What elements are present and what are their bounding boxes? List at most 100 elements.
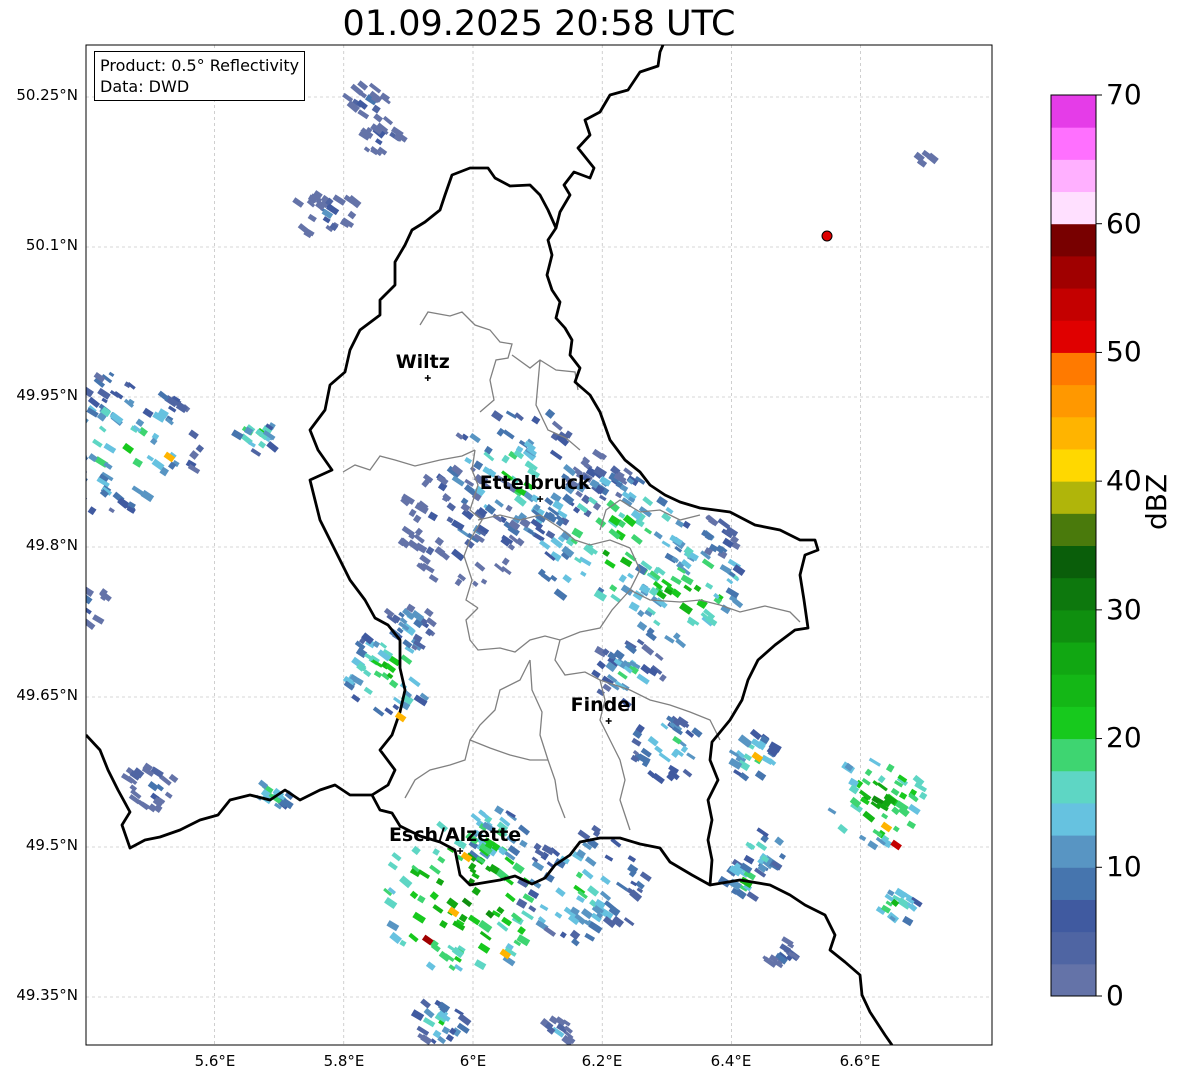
- echo-pixel: [432, 904, 444, 914]
- colorbar-segment: [1051, 738, 1096, 772]
- colorbar-segment: [1051, 835, 1096, 868]
- echo-pixel: [59, 582, 69, 591]
- colorbar-segment: [1051, 127, 1096, 160]
- echo-pixel: [693, 584, 702, 593]
- echo-pixel: [580, 908, 593, 920]
- lon-label: 6.2°E: [581, 1052, 623, 1070]
- echo-pixel: [448, 964, 456, 971]
- echo-pixel: [898, 791, 908, 800]
- echo-pixel: [373, 113, 384, 123]
- echo-pixel: [539, 539, 551, 550]
- echo-pixel: [65, 586, 72, 592]
- echo-pixel: [726, 577, 734, 585]
- echo-pixel: [502, 429, 515, 440]
- echo-pixel: [41, 443, 52, 453]
- echo-pixel: [553, 588, 568, 601]
- echo-pixel: [600, 875, 611, 886]
- echo-pixel: [861, 777, 871, 786]
- colorbar-tick: 30: [1106, 593, 1142, 626]
- echo-pixel: [892, 825, 900, 833]
- echo-pixel: [480, 578, 488, 585]
- lat-label: 50.25°N: [16, 86, 78, 104]
- echo-pixel: [451, 548, 465, 562]
- echo-pixel: [423, 1007, 435, 1019]
- echo-pixel: [43, 600, 56, 611]
- echo-pixel: [61, 436, 71, 444]
- echo-pixel: [412, 911, 426, 924]
- colorbar-segment: [1051, 706, 1096, 740]
- echo-pixel: [907, 803, 921, 816]
- echo-pixel: [521, 910, 534, 921]
- echo-pixel: [881, 812, 889, 820]
- lat-label: 49.35°N: [16, 986, 78, 1004]
- echo-pixel: [654, 745, 663, 754]
- echo-pixel: [543, 926, 557, 937]
- echo-pixel: [445, 1034, 455, 1043]
- echo-pixel: [423, 607, 434, 618]
- colorbar-tick: 40: [1106, 464, 1142, 497]
- echo-pixel: [86, 454, 89, 461]
- echo-pixel: [399, 875, 413, 889]
- echo-pixel: [885, 763, 895, 773]
- echo-pixel: [743, 854, 755, 865]
- echo-core: [447, 906, 460, 918]
- echo-pixel: [266, 440, 279, 453]
- echo-pixel: [618, 574, 627, 583]
- echo-pixel: [69, 599, 80, 609]
- echo-pixel: [683, 584, 693, 593]
- echo-pixel: [408, 676, 421, 688]
- colorbar-segment: [1051, 931, 1096, 965]
- city-cross-icon: [605, 718, 612, 724]
- colorbar-segment: [1051, 223, 1096, 257]
- echo-pixel: [382, 115, 394, 126]
- echo-pixel: [389, 931, 402, 944]
- echo-pixel: [682, 768, 693, 778]
- echo-pixel: [49, 591, 58, 600]
- echo-pixel: [623, 917, 635, 927]
- echo-pixel: [400, 654, 413, 665]
- echo-pixel: [384, 896, 398, 910]
- echo-pixel: [375, 138, 383, 146]
- echo-pixel: [581, 868, 594, 880]
- echo-pixel: [65, 599, 74, 608]
- echo-pixel: [167, 405, 177, 413]
- echo-pixel: [363, 686, 373, 696]
- echo-pixel: [754, 770, 767, 781]
- echo-pixel: [67, 582, 74, 589]
- product-label: Product: 0.5° Reflectivity: [100, 56, 300, 75]
- echo-pixel: [670, 575, 682, 586]
- echo-pixel: [387, 861, 398, 871]
- echo-pixel: [837, 823, 848, 834]
- lon-label: 5.8°E: [323, 1052, 365, 1070]
- echo-pixel: [618, 511, 626, 519]
- echo-pixel: [46, 605, 59, 616]
- city-findel: Findel: [571, 694, 637, 724]
- echo-pixel: [122, 442, 135, 454]
- echo-pixel: [292, 197, 305, 208]
- echo-pixel: [357, 109, 370, 120]
- echo-pixel: [517, 926, 526, 935]
- echo-pixel: [55, 619, 65, 628]
- echo-pixel: [250, 448, 262, 457]
- echo-pixel: [494, 805, 504, 815]
- echo-pixel: [57, 618, 67, 627]
- city-label: Wiltz: [396, 351, 450, 373]
- echo-pixel: [372, 706, 385, 717]
- radar-site-marker: [821, 230, 833, 242]
- echo-pixel: [72, 592, 82, 600]
- echo-pixel: [147, 803, 158, 813]
- echo-pixel: [474, 959, 487, 971]
- echo-pixel: [575, 871, 584, 879]
- echo-pixel: [432, 848, 440, 856]
- echo-pixel: [416, 1025, 430, 1036]
- echo-pixel: [86, 412, 89, 426]
- echo-pixel: [551, 420, 563, 431]
- city-cross-icon: [457, 848, 464, 854]
- echo-pixel: [384, 707, 394, 716]
- echo-pixel: [639, 871, 652, 882]
- echo-pixel: [425, 961, 436, 971]
- echo-pixel: [44, 450, 56, 461]
- echo-pixel: [142, 407, 154, 419]
- echo-pixel: [604, 854, 614, 862]
- echo-pixel: [501, 454, 510, 464]
